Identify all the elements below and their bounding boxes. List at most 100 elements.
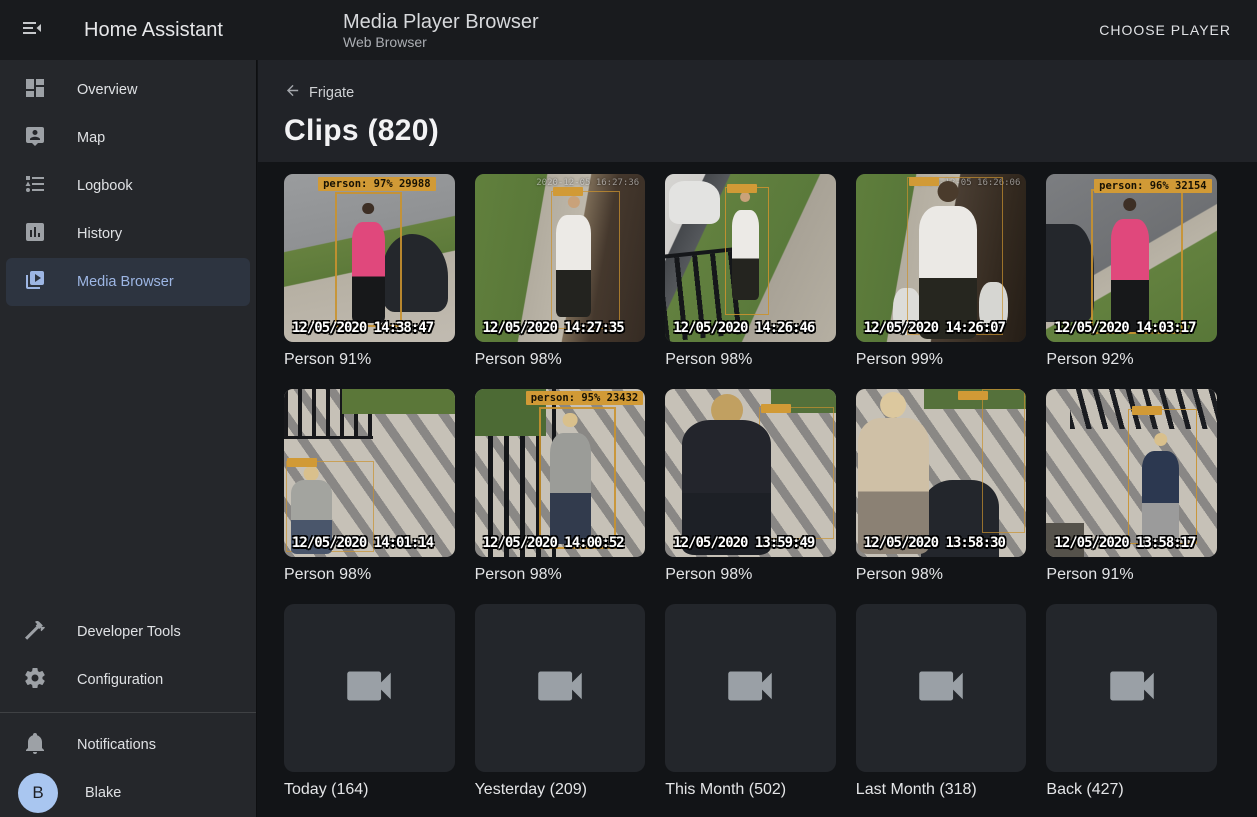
clip-caption: Person 91% bbox=[1046, 566, 1217, 584]
sidebar-toggle-button[interactable] bbox=[18, 16, 46, 44]
panel-title-block: Media Player Browser Web Browser bbox=[343, 10, 539, 51]
sidebar-item-map[interactable]: Map bbox=[6, 114, 250, 162]
video-camera-icon bbox=[912, 657, 970, 720]
clip-item[interactable]: 12/05/2020 13:58:30 Person 98% bbox=[856, 389, 1027, 584]
clip-thumbnail: 12/05/2020 13:58:30 bbox=[856, 389, 1027, 557]
sidebar-item-configuration[interactable]: Configuration bbox=[6, 656, 250, 704]
sidebar-item-logbook[interactable]: Logbook bbox=[6, 162, 250, 210]
sidebar-item-notifications[interactable]: Notifications bbox=[6, 721, 250, 769]
video-camera-icon bbox=[721, 657, 779, 720]
clip-caption: Person 98% bbox=[284, 566, 455, 584]
clip-caption: Person 98% bbox=[475, 566, 646, 584]
person-figure bbox=[732, 192, 759, 300]
detection-box bbox=[982, 389, 1025, 533]
sidebar: Overview Map Logbook History Media Brows… bbox=[0, 60, 257, 817]
logbook-list-icon bbox=[23, 172, 47, 201]
detection-label bbox=[761, 404, 791, 413]
folder-caption: Last Month (318) bbox=[856, 781, 1027, 799]
folder-item-last-month[interactable]: Last Month (318) bbox=[856, 604, 1027, 799]
folder-card bbox=[665, 604, 836, 772]
clip-timestamp-overlay: 12/05/2020 14:26:46 bbox=[673, 320, 814, 336]
person-figure bbox=[352, 203, 384, 324]
clip-item[interactable]: person: 97% 29988 12/05/2020 14:38:47 Pe… bbox=[284, 174, 455, 369]
folder-caption: Back (427) bbox=[1046, 781, 1217, 799]
clip-timestamp-overlay: 12/05/2020 13:58:30 bbox=[864, 535, 1005, 551]
clip-item[interactable]: person: 95% 23432 12/05/2020 14:00:52 Pe… bbox=[475, 389, 646, 584]
folder-card bbox=[856, 604, 1027, 772]
sidebar-item-label: Overview bbox=[77, 82, 137, 98]
clip-caption: Person 99% bbox=[856, 351, 1027, 369]
video-camera-icon bbox=[1103, 657, 1161, 720]
camera-timestamp-overlay: 2020-12-05 16:27:36 bbox=[536, 178, 639, 188]
sidebar-item-label: Map bbox=[77, 130, 105, 146]
clip-caption: Person 91% bbox=[284, 351, 455, 369]
clip-item[interactable]: 2020-12-05 16:26:06 12/05/2020 14:26:07 … bbox=[856, 174, 1027, 369]
media-browser-main: Frigate Clips (820) person: 97% 29988 12… bbox=[258, 60, 1257, 817]
media-browser-header: Frigate Clips (820) bbox=[258, 60, 1257, 162]
folder-caption: This Month (502) bbox=[665, 781, 836, 799]
app-title: Home Assistant bbox=[84, 19, 223, 42]
app-top-bar: Home Assistant Media Player Browser Web … bbox=[0, 0, 1257, 60]
video-camera-icon bbox=[531, 657, 589, 720]
sidebar-item-label: Logbook bbox=[77, 178, 133, 194]
folder-item-yesterday[interactable]: Yesterday (209) bbox=[475, 604, 646, 799]
media-browser-icon bbox=[23, 268, 47, 297]
avatar: B bbox=[18, 773, 58, 813]
clip-thumbnail: 12/05/2020 14:01:14 bbox=[284, 389, 455, 557]
clip-caption: Person 98% bbox=[665, 566, 836, 584]
clip-timestamp-overlay: 12/05/2020 14:01:14 bbox=[292, 535, 433, 551]
clip-timestamp-overlay: 12/05/2020 13:59:49 bbox=[673, 535, 814, 551]
detection-label: person: 95% 23432 bbox=[526, 391, 643, 405]
breadcrumb-back[interactable]: Frigate bbox=[284, 82, 354, 104]
sidebar-item-history[interactable]: History bbox=[6, 210, 250, 258]
folder-item-back[interactable]: Back (427) bbox=[1046, 604, 1217, 799]
person-figure bbox=[919, 181, 977, 339]
bell-icon bbox=[23, 731, 47, 760]
clip-item[interactable]: 12/05/2020 14:26:46 Person 98% bbox=[665, 174, 836, 369]
clip-thumbnail: person: 95% 23432 12/05/2020 14:00:52 bbox=[475, 389, 646, 557]
sidebar-item-label: Developer Tools bbox=[77, 624, 181, 640]
sidebar-item-developer-tools[interactable]: Developer Tools bbox=[6, 608, 250, 656]
media-grid: person: 97% 29988 12/05/2020 14:38:47 Pe… bbox=[284, 174, 1217, 799]
breadcrumb-label: Frigate bbox=[309, 85, 354, 101]
arrow-left-icon bbox=[284, 82, 301, 104]
clip-item[interactable]: 12/05/2020 13:58:17 Person 91% bbox=[1046, 389, 1217, 584]
person-figure bbox=[858, 392, 930, 553]
detection-label bbox=[958, 391, 988, 400]
sidebar-item-label: Configuration bbox=[77, 672, 163, 688]
folder-item-this-month[interactable]: This Month (502) bbox=[665, 604, 836, 799]
person-figure bbox=[682, 394, 771, 555]
sidebar-item-media-browser[interactable]: Media Browser bbox=[6, 258, 250, 306]
person-figure bbox=[1111, 198, 1149, 332]
sidebar-item-user-profile[interactable]: B Blake bbox=[6, 769, 250, 817]
clip-thumbnail: 12/05/2020 14:26:46 bbox=[665, 174, 836, 342]
detection-label: person: 96% 32154 bbox=[1094, 179, 1211, 193]
history-chart-icon bbox=[23, 220, 47, 249]
clip-thumbnail: 12/05/2020 13:59:49 bbox=[665, 389, 836, 557]
folder-item-today[interactable]: Today (164) bbox=[284, 604, 455, 799]
detection-label bbox=[287, 458, 317, 467]
detection-label bbox=[727, 184, 757, 193]
page-title: Clips (820) bbox=[284, 114, 1257, 148]
sidebar-divider bbox=[0, 712, 256, 713]
clip-caption: Person 98% bbox=[856, 566, 1027, 584]
dashboard-icon bbox=[23, 76, 47, 105]
sidebar-item-overview[interactable]: Overview bbox=[6, 66, 250, 114]
clip-item[interactable]: 2020-12-05 16:27:36 12/05/2020 14:27:35 … bbox=[475, 174, 646, 369]
sidebar-item-label: Notifications bbox=[77, 737, 156, 753]
clip-item[interactable]: 12/05/2020 14:01:14 Person 98% bbox=[284, 389, 455, 584]
video-camera-icon bbox=[340, 657, 398, 720]
map-account-icon bbox=[23, 124, 47, 153]
clip-thumbnail: person: 96% 32154 12/05/2020 14:03:17 bbox=[1046, 174, 1217, 342]
clip-item[interactable]: 12/05/2020 13:59:49 Person 98% bbox=[665, 389, 836, 584]
folder-card bbox=[284, 604, 455, 772]
folder-card bbox=[475, 604, 646, 772]
folder-caption: Yesterday (209) bbox=[475, 781, 646, 799]
clip-timestamp-overlay: 12/05/2020 14:00:52 bbox=[483, 535, 624, 551]
panel-title: Media Player Browser bbox=[343, 10, 539, 34]
detection-label: person: 97% 29988 bbox=[318, 177, 435, 191]
clip-item[interactable]: person: 96% 32154 12/05/2020 14:03:17 Pe… bbox=[1046, 174, 1217, 369]
choose-player-button[interactable]: CHOOSE PLAYER bbox=[1089, 14, 1241, 46]
clip-thumbnail: 2020-12-05 16:26:06 12/05/2020 14:26:07 bbox=[856, 174, 1027, 342]
person-figure bbox=[550, 413, 591, 544]
